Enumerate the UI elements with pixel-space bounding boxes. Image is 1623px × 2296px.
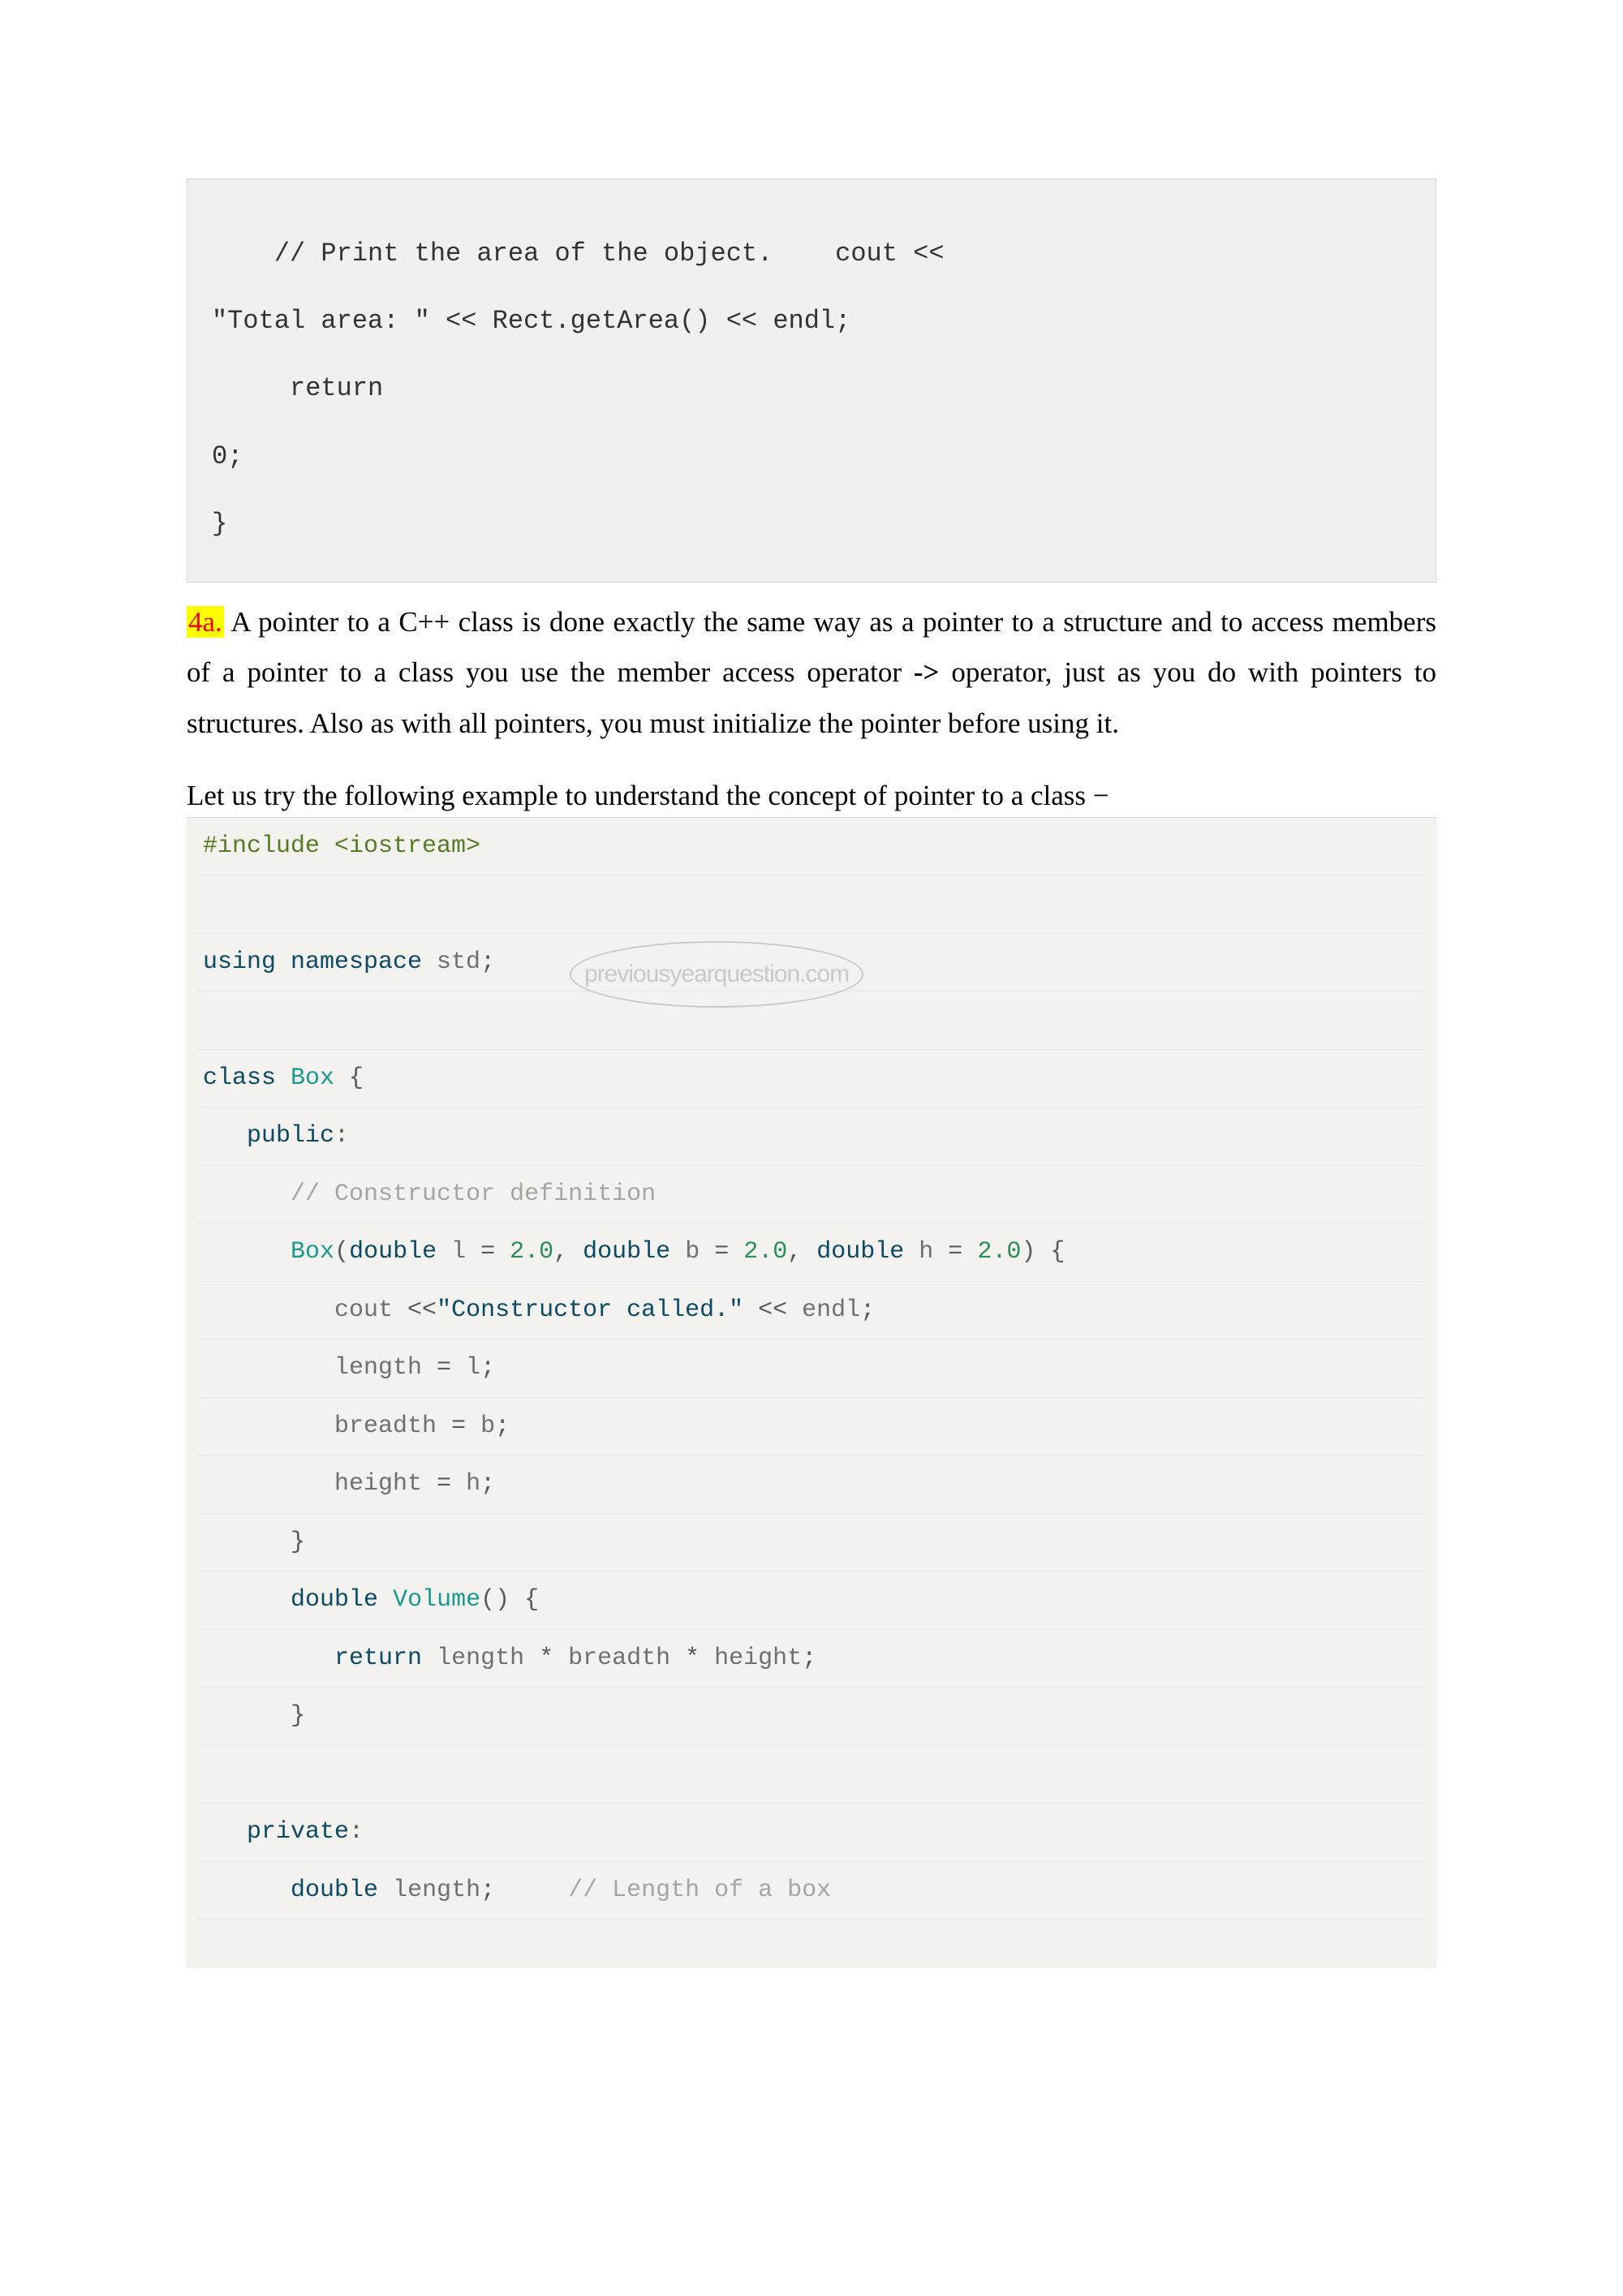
lead-sentence: Let us try the following example to unde…	[187, 780, 1436, 812]
code-line: public:	[196, 1107, 1427, 1166]
code-line: }	[196, 1514, 1427, 1572]
code-line	[196, 875, 1427, 934]
code-line: }	[212, 490, 1411, 557]
code-line: 0;	[212, 423, 1411, 490]
code-line: class Box {	[196, 1050, 1427, 1108]
arrow-operator: ->	[914, 656, 940, 688]
question-tag-4a: 4a.	[187, 606, 224, 638]
code-line	[196, 1746, 1427, 1804]
code-line: return	[212, 355, 1411, 422]
code-line: length = l;	[196, 1339, 1427, 1398]
code-line	[196, 991, 1427, 1050]
code-line: private:	[196, 1804, 1427, 1862]
code-line: double Volume() {	[196, 1572, 1427, 1630]
paragraph-4a: 4a. A pointer to a C++ class is done exa…	[187, 597, 1436, 749]
code-line: }	[196, 1688, 1427, 1746]
code-block-box-class: previousyearquestion.com #include <iostr…	[187, 817, 1436, 1969]
code-line: height = h;	[196, 1455, 1427, 1514]
code-line: #include <iostream>	[196, 818, 1427, 876]
code-line: Box(double l = 2.0, double b = 2.0, doub…	[196, 1223, 1427, 1282]
code-line: breadth = b;	[196, 1398, 1427, 1456]
code-line: return length * breadth * height;	[196, 1630, 1427, 1688]
code-line: double length; // Length of a box	[196, 1862, 1427, 1920]
code-line: // Constructor definition	[196, 1166, 1427, 1224]
code-line: "Total area: " << Rect.getArea() << endl…	[212, 287, 1411, 355]
watermark-text: previousyearquestion.com	[570, 941, 863, 1008]
code-block-area-print: // Print the area of the object. cout <<…	[187, 178, 1436, 583]
code-line: // Print the area of the object. cout <<	[212, 220, 1411, 287]
code-line: cout <<"Constructor called." << endl;	[196, 1282, 1427, 1340]
